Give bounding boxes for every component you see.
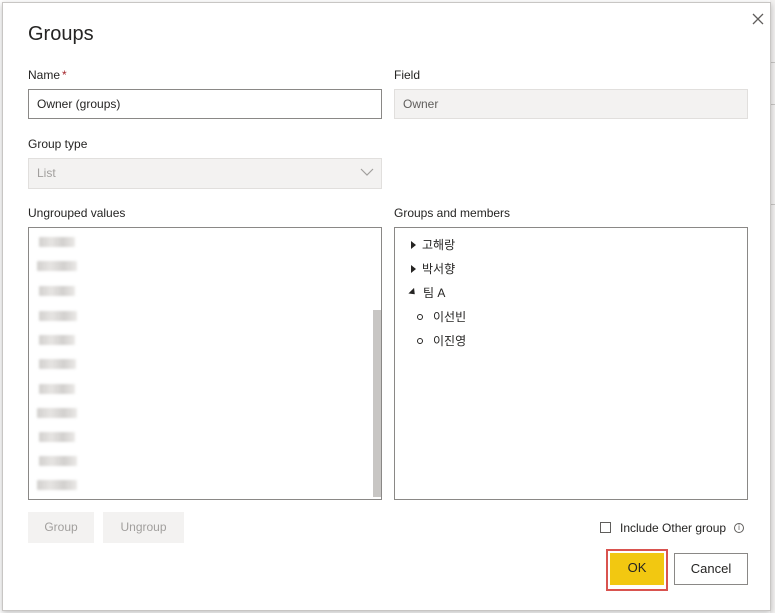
- groups-members-label: Groups and members: [394, 206, 511, 220]
- include-other-label: Include Other group: [620, 521, 727, 535]
- tree-member-item[interactable]: 이선빈: [417, 308, 466, 325]
- expand-caret-icon[interactable]: [411, 240, 416, 249]
- ungrouped-values-list[interactable]: [28, 227, 382, 500]
- field-label: Field: [394, 68, 421, 82]
- list-item[interactable]: [37, 480, 77, 490]
- ungrouped-label: Ungrouped values: [28, 206, 126, 220]
- groups-dialog: Groups Name * Owner (groups) Field Owner …: [2, 2, 771, 611]
- list-item[interactable]: [39, 384, 75, 394]
- list-item[interactable]: [37, 261, 77, 271]
- list-scrollbar[interactable]: [373, 310, 381, 497]
- name-label: Name *: [28, 68, 67, 82]
- chevron-down-icon: [360, 168, 374, 176]
- tree-group-item[interactable]: 고해랑: [411, 236, 455, 253]
- list-item[interactable]: [39, 311, 77, 321]
- bullet-icon: [417, 313, 423, 320]
- list-item[interactable]: [39, 456, 77, 466]
- tree-member-label: 이선빈: [433, 310, 467, 324]
- tree-group-item[interactable]: 박서향: [411, 260, 455, 277]
- group-type-select[interactable]: List: [28, 158, 382, 189]
- group-type-value: List: [37, 166, 56, 180]
- info-icon[interactable]: i: [734, 523, 744, 533]
- group-type-label: Group type: [28, 137, 88, 151]
- tree-group-item[interactable]: 팀 A: [408, 284, 446, 301]
- ok-button[interactable]: OK: [610, 553, 664, 585]
- close-icon[interactable]: [748, 9, 768, 29]
- group-button[interactable]: Group: [28, 512, 94, 543]
- list-item[interactable]: [39, 359, 76, 369]
- field-input: Owner: [394, 89, 748, 119]
- tree-member-label: 이진영: [433, 334, 467, 348]
- cancel-button[interactable]: Cancel: [674, 553, 748, 585]
- ungroup-button[interactable]: Ungroup: [103, 512, 184, 543]
- list-item[interactable]: [39, 335, 75, 345]
- bullet-icon: [417, 337, 423, 344]
- tree-group-label: 팀 A: [423, 286, 446, 300]
- list-item[interactable]: [37, 408, 77, 418]
- tree-group-label: 박서향: [422, 262, 456, 276]
- expand-caret-icon[interactable]: [411, 264, 416, 273]
- tree-group-label: 고해랑: [422, 238, 456, 252]
- list-item[interactable]: [39, 286, 75, 296]
- name-input[interactable]: Owner (groups): [28, 89, 382, 119]
- include-other-checkbox[interactable]: [600, 522, 611, 533]
- tree-member-item[interactable]: 이진영: [417, 332, 466, 349]
- required-marker: *: [62, 68, 67, 82]
- list-item[interactable]: [39, 432, 75, 442]
- collapse-caret-icon[interactable]: [408, 287, 418, 298]
- groups-members-tree[interactable]: 고해랑 박서향 팀 A 이선빈 이진영: [394, 227, 748, 500]
- name-label-text: Name: [28, 68, 61, 82]
- list-item[interactable]: [39, 237, 75, 247]
- dialog-title: Groups: [28, 23, 94, 45]
